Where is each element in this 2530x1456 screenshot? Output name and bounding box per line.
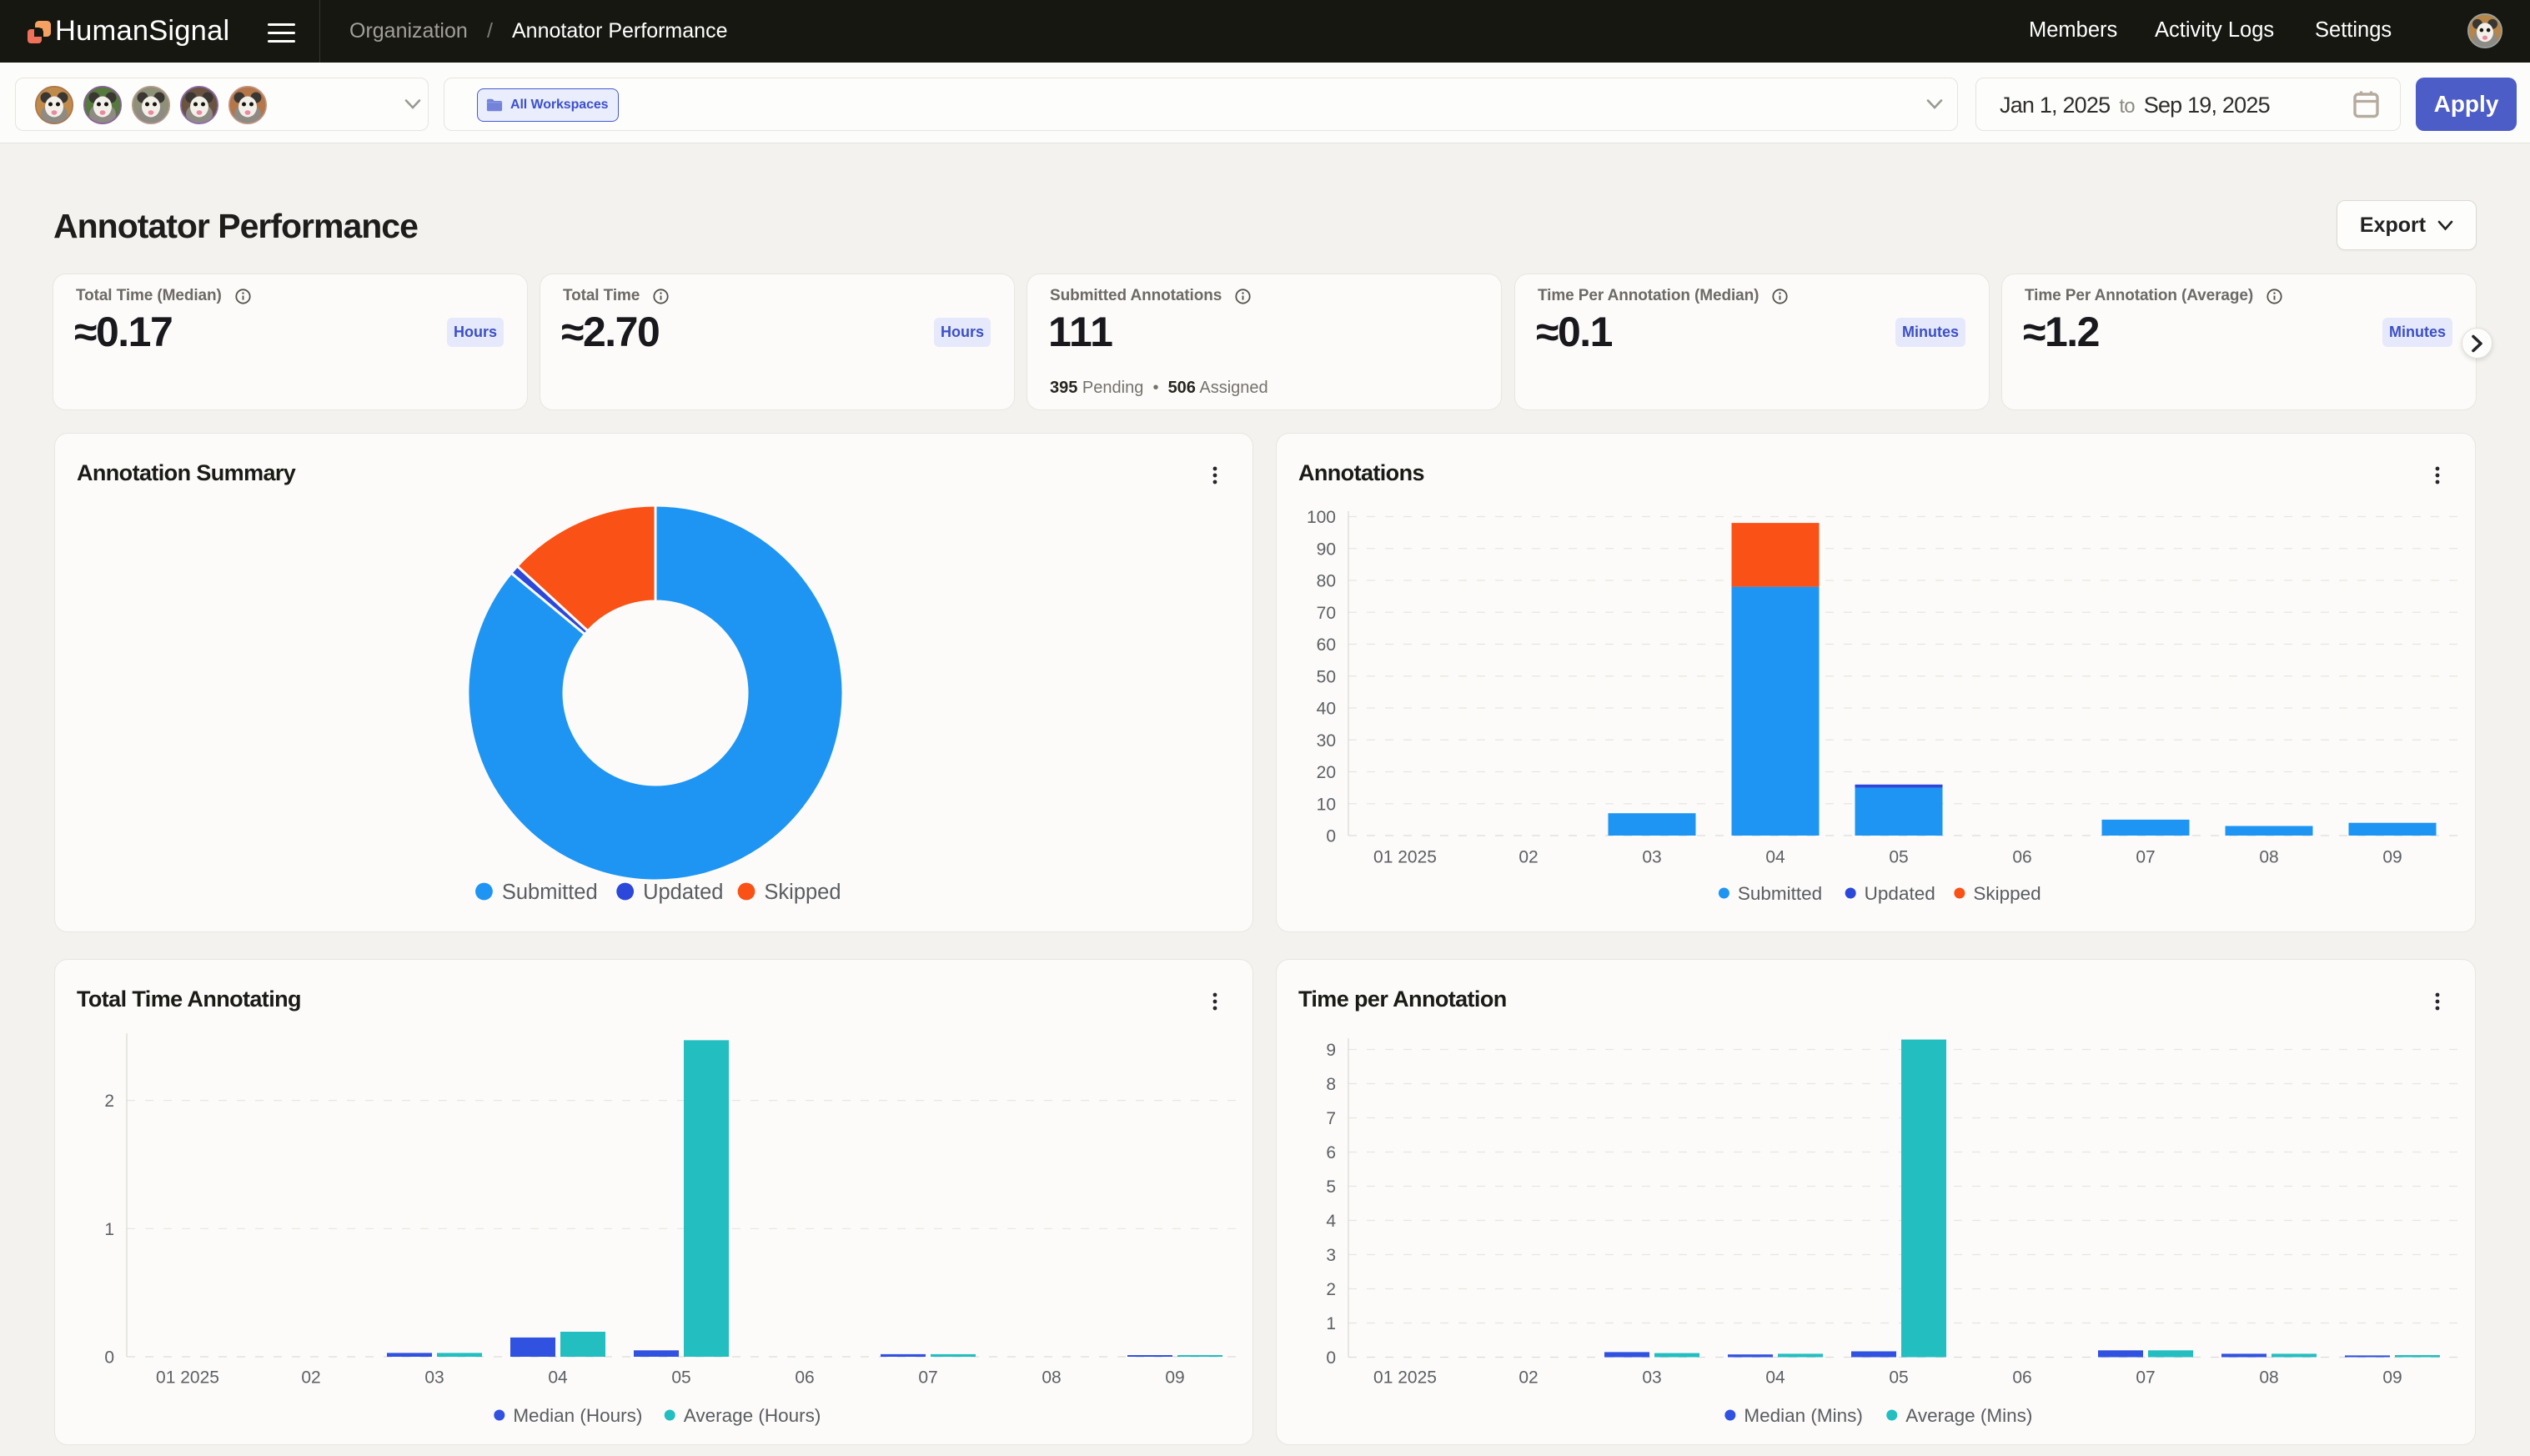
svg-text:8: 8 [1326, 1075, 1336, 1094]
svg-text:3: 3 [1326, 1246, 1336, 1265]
svg-text:Median (Mins): Median (Mins) [1744, 1405, 1863, 1426]
svg-text:07: 07 [2136, 848, 2155, 867]
svg-text:5: 5 [1326, 1177, 1336, 1197]
svg-text:02: 02 [1519, 848, 1538, 867]
svg-text:04: 04 [548, 1368, 568, 1388]
svg-text:03: 03 [1642, 848, 1661, 867]
svg-text:1: 1 [104, 1220, 114, 1239]
svg-text:08: 08 [2259, 1368, 2278, 1388]
svg-text:90: 90 [1317, 540, 1336, 559]
svg-text:70: 70 [1317, 604, 1336, 623]
svg-text:Average (Mins): Average (Mins) [1905, 1405, 2032, 1426]
svg-text:0: 0 [104, 1348, 114, 1368]
svg-text:4: 4 [1326, 1212, 1336, 1231]
svg-text:100: 100 [1307, 508, 1336, 527]
svg-text:Skipped: Skipped [764, 881, 841, 904]
svg-text:30: 30 [1317, 731, 1336, 751]
svg-text:6: 6 [1326, 1143, 1336, 1162]
svg-text:20: 20 [1317, 763, 1336, 782]
svg-text:08: 08 [2259, 848, 2278, 867]
svg-text:03: 03 [1642, 1368, 1661, 1388]
svg-text:2: 2 [104, 1092, 114, 1111]
svg-text:06: 06 [2012, 848, 2031, 867]
svg-text:06: 06 [2012, 1368, 2031, 1388]
svg-text:01 2025: 01 2025 [1373, 848, 1437, 867]
svg-text:01 2025: 01 2025 [1373, 1368, 1437, 1388]
svg-text:Skipped: Skipped [1973, 883, 2041, 904]
svg-text:Median (Hours): Median (Hours) [513, 1405, 642, 1426]
svg-text:10: 10 [1317, 795, 1336, 814]
svg-text:Submitted: Submitted [1738, 883, 1822, 904]
svg-text:05: 05 [671, 1368, 690, 1388]
svg-text:2: 2 [1326, 1280, 1336, 1299]
svg-text:80: 80 [1317, 572, 1336, 591]
svg-text:Average (Hours): Average (Hours) [684, 1405, 821, 1426]
svg-text:02: 02 [301, 1368, 320, 1388]
svg-text:7: 7 [1326, 1109, 1336, 1128]
svg-text:Submitted: Submitted [502, 881, 598, 904]
svg-text:09: 09 [1165, 1368, 1184, 1388]
svg-text:0: 0 [1326, 827, 1336, 846]
svg-text:05: 05 [1889, 848, 1908, 867]
svg-text:02: 02 [1519, 1368, 1538, 1388]
svg-text:Updated: Updated [1865, 883, 1935, 904]
svg-text:01 2025: 01 2025 [156, 1368, 219, 1388]
svg-text:0: 0 [1326, 1348, 1336, 1368]
svg-text:05: 05 [1889, 1368, 1908, 1388]
svg-text:50: 50 [1317, 667, 1336, 686]
svg-text:09: 09 [2382, 1368, 2402, 1388]
svg-text:1: 1 [1326, 1314, 1336, 1333]
svg-text:40: 40 [1317, 700, 1336, 719]
svg-text:Updated: Updated [643, 881, 723, 904]
svg-text:07: 07 [918, 1368, 937, 1388]
svg-text:09: 09 [2382, 848, 2402, 867]
svg-text:08: 08 [1042, 1368, 1061, 1388]
svg-text:9: 9 [1326, 1041, 1336, 1060]
svg-text:06: 06 [795, 1368, 814, 1388]
svg-text:04: 04 [1765, 848, 1785, 867]
svg-text:03: 03 [424, 1368, 444, 1388]
svg-text:07: 07 [2136, 1368, 2155, 1388]
svg-text:04: 04 [1765, 1368, 1785, 1388]
svg-text:60: 60 [1317, 635, 1336, 655]
